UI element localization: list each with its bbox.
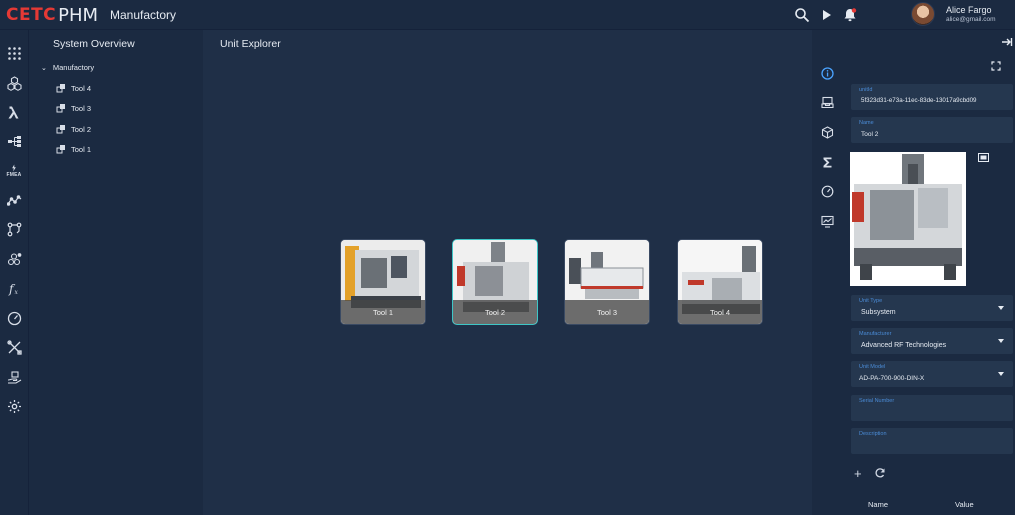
info-icon[interactable]: [819, 65, 835, 81]
unit-icon: [56, 145, 65, 154]
add-property-button[interactable]: +: [854, 466, 862, 481]
function-icon[interactable]: fx: [4, 278, 24, 298]
molecule-icon[interactable]: [4, 249, 24, 269]
user-name: Alice Fargo: [946, 5, 992, 15]
collapse-panel-icon[interactable]: [1001, 36, 1013, 48]
logo-brand: CETC: [6, 5, 57, 25]
column-header-name[interactable]: Name: [868, 500, 888, 509]
dropdown-arrow-icon[interactable]: [998, 306, 1004, 310]
tree-item-label: Tool 3: [71, 103, 92, 113]
apps-grid-icon[interactable]: [4, 43, 24, 63]
tree-item-tool-1[interactable]: Tool 1: [56, 144, 91, 154]
field-value: Tool 2: [861, 131, 879, 138]
hand-box-icon[interactable]: [4, 367, 24, 387]
field-label: unitId: [859, 87, 873, 93]
system-overview-panel: System Overview ⌄ Manufactory Tool 4 Too…: [29, 30, 203, 515]
field-label: Name: [859, 120, 874, 126]
panel-title: System Overview: [53, 38, 135, 50]
left-nav-rail: FMEA fx: [0, 30, 29, 515]
field-label: Description: [859, 431, 887, 437]
tool-card-4[interactable]: Tool 4: [677, 239, 763, 325]
tool-card-3[interactable]: Tool 3: [564, 239, 650, 325]
tree-structure-icon[interactable]: [4, 131, 24, 151]
inbox-icon[interactable]: [819, 94, 835, 110]
manufacturer-select[interactable]: Manufacturer Advanced RF Technologies: [851, 328, 1013, 354]
tool-card-label: Tool 3: [565, 300, 649, 324]
tool-card-label: Tool 2: [453, 300, 537, 324]
bell-icon[interactable]: [841, 6, 859, 24]
field-value: AD-PA-700-900-DIN-X: [859, 375, 925, 382]
refresh-icon[interactable]: [874, 467, 886, 479]
fullscreen-icon[interactable]: [991, 61, 1001, 71]
properties-tab-strip: [812, 30, 842, 515]
page-title: Manufactory: [110, 8, 177, 22]
column-header-value[interactable]: Value: [955, 500, 974, 509]
unit-icon: [56, 104, 65, 113]
tool-card-label: Tool 4: [678, 300, 762, 324]
tree-item-label: Tool 2: [71, 124, 92, 134]
chevron-down-icon[interactable]: ⌄: [41, 64, 47, 72]
tree-root-label: Manufactory: [52, 63, 95, 72]
field-value: Advanced RF Technologies: [861, 342, 947, 349]
panel-title: Unit Explorer: [220, 38, 281, 50]
fmea-label: FMEA: [6, 172, 22, 178]
field-label: Manufacturer: [859, 331, 892, 337]
tree-item-tool-4[interactable]: Tool 4: [56, 83, 91, 93]
description-field[interactable]: Description: [851, 428, 1013, 454]
tool-card-1[interactable]: Tool 1: [340, 239, 426, 325]
tree-item-tool-3[interactable]: Tool 3: [56, 103, 91, 113]
sigma-icon[interactable]: [819, 154, 835, 170]
lambda-icon[interactable]: [4, 102, 24, 122]
monitor-chart-icon[interactable]: [819, 213, 835, 229]
top-actions: [793, 6, 859, 24]
gauge-icon[interactable]: [819, 183, 835, 199]
tree-root-manufactory[interactable]: ⌄ Manufactory: [41, 63, 94, 72]
unitid-field[interactable]: unitId 5f323d31-e73a-11ec-83de-13017a9cb…: [851, 84, 1013, 110]
field-label: Unit Model: [859, 364, 886, 370]
dropdown-arrow-icon[interactable]: [998, 339, 1004, 343]
name-field[interactable]: Name Tool 2: [851, 117, 1013, 143]
fmea-icon[interactable]: FMEA: [4, 161, 24, 181]
unit-icon: [56, 84, 65, 93]
avatar[interactable]: [911, 2, 935, 26]
settings-icon[interactable]: [4, 396, 24, 416]
trend-line-icon[interactable]: [4, 190, 24, 210]
search-icon[interactable]: [793, 6, 811, 24]
top-bar: CETC PHM Manufactory Alice Fargo alice@g…: [0, 0, 1015, 30]
field-value: 5f323d31-e73a-11ec-83de-13017a9cbd09: [861, 97, 977, 104]
field-value: Subsystem: [861, 309, 896, 316]
unit-properties-panel: unitId 5f323d31-e73a-11ec-83de-13017a9cb…: [842, 30, 1015, 515]
logo-product: PHM: [58, 4, 99, 26]
field-label: Unit Type: [859, 298, 883, 304]
tree-item-label: Tool 1: [71, 144, 92, 154]
serial-number-field[interactable]: Serial Number: [851, 395, 1013, 421]
tool-card-label: Tool 1: [341, 300, 425, 324]
unit-explorer-panel: Unit Explorer Tool 1 Tool 2 Tool 3 Tool …: [203, 30, 812, 515]
app-logo[interactable]: CETC PHM: [6, 4, 99, 26]
image-edit-icon[interactable]: [978, 153, 989, 162]
cubes-icon[interactable]: [4, 73, 24, 93]
cube-icon[interactable]: [819, 124, 835, 140]
field-label: Serial Number: [859, 398, 895, 404]
tree-item-label: Tool 4: [71, 83, 92, 93]
tool-card-2[interactable]: Tool 2: [452, 239, 538, 325]
svg-text:x: x: [14, 289, 18, 296]
tools-icon[interactable]: [4, 337, 24, 357]
unit-image: [850, 152, 966, 286]
machine-photo: [850, 152, 966, 286]
unit-type-select[interactable]: Unit Type Subsystem: [851, 295, 1013, 321]
tree-item-tool-2[interactable]: Tool 2: [56, 124, 91, 134]
gauge-icon[interactable]: [4, 308, 24, 328]
workflow-icon[interactable]: [4, 219, 24, 239]
play-icon[interactable]: [817, 6, 835, 24]
user-email: alice@gmail.com: [946, 16, 996, 23]
unit-icon: [56, 125, 65, 134]
dropdown-arrow-icon[interactable]: [998, 372, 1004, 376]
unit-model-select[interactable]: Unit Model AD-PA-700-900-DIN-X: [851, 361, 1013, 387]
